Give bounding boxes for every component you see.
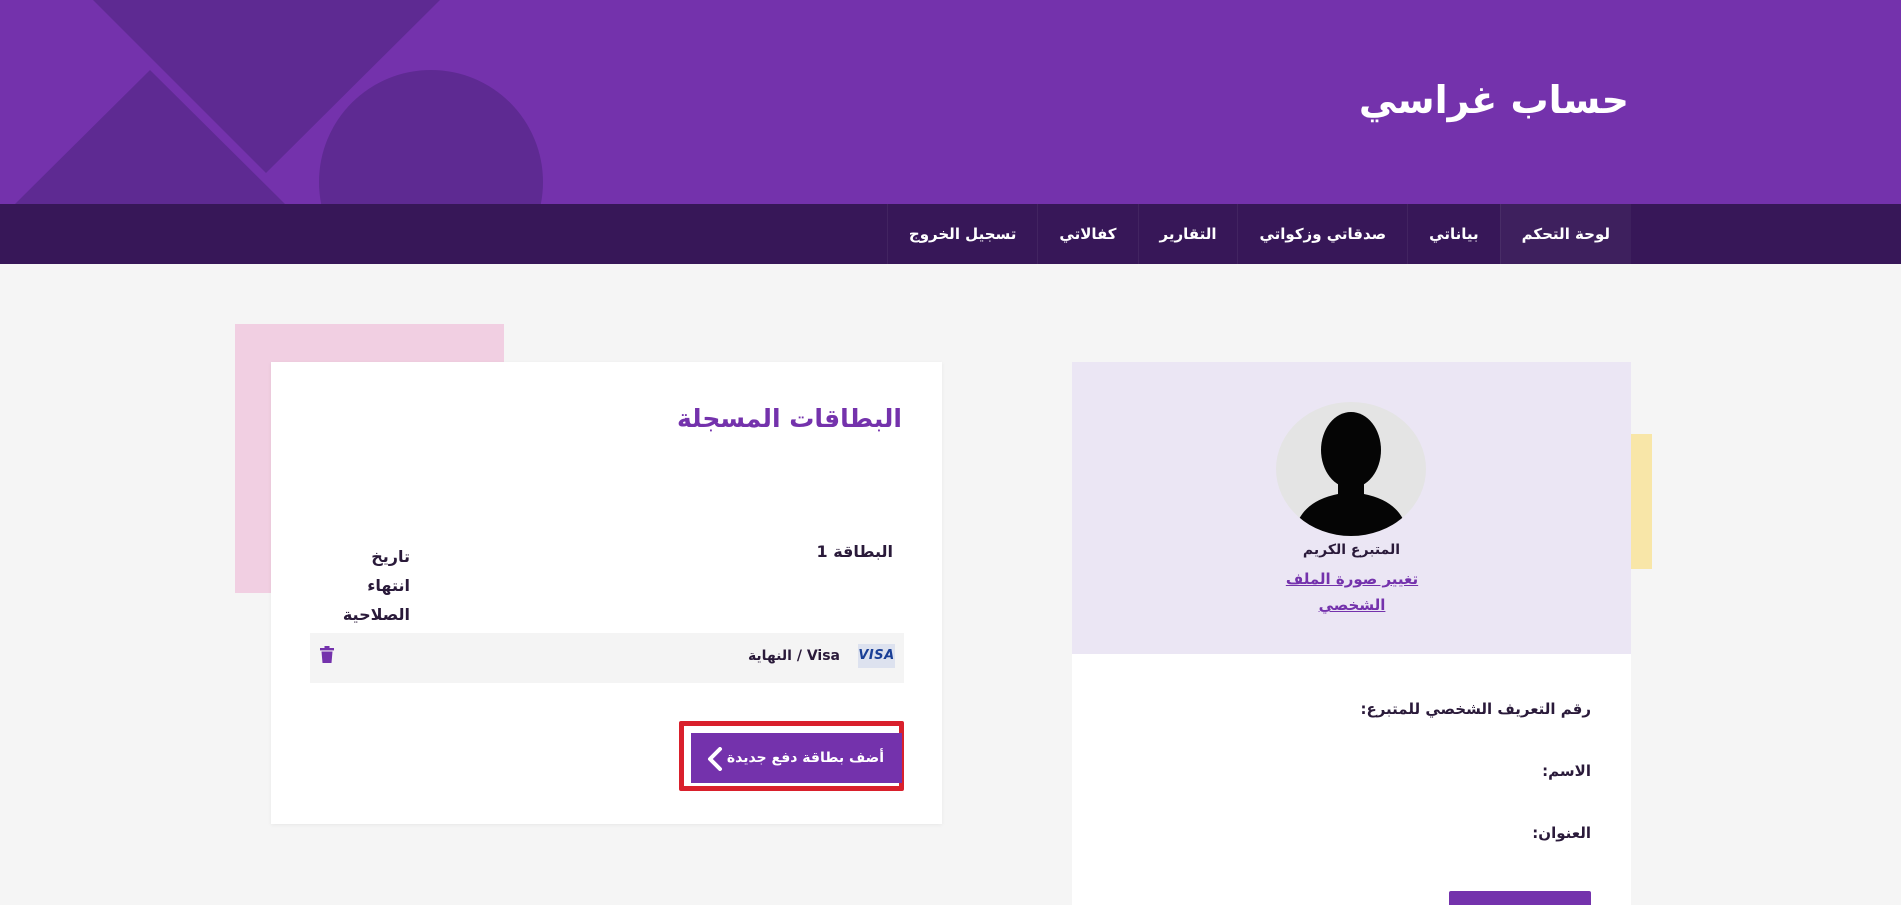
profile-panel: المتبرع الكريم تغيير صورة الملف الشخصي ر… [1072, 362, 1631, 905]
nav-item-logout[interactable]: تسجيل الخروج [886, 204, 1038, 264]
profile-action-button[interactable] [1449, 891, 1591, 905]
avatar-silhouette-icon [1294, 412, 1408, 536]
card-column-header: البطاقة 1 [816, 542, 893, 561]
avatar [1276, 402, 1426, 536]
donor-id-label: رقم التعريف الشخصي للمتبرع: [1360, 700, 1591, 718]
expiry-column-header: تاريخ انتهاء الصلاحية [342, 547, 410, 624]
nav-item-dashboard[interactable]: لوحة التحكم [1499, 204, 1631, 264]
main-nav: لوحة التحكم بياناتي صدقاتي وزكواتي التقا… [0, 204, 1901, 264]
trash-icon[interactable] [320, 646, 334, 664]
nav-item-reports[interactable]: التقارير [1137, 204, 1238, 264]
deco-circle [319, 70, 543, 204]
card-row: VISA Visa / النهاية [310, 633, 904, 683]
address-label: العنوان: [1532, 824, 1591, 842]
change-photo-link[interactable]: تغيير صورة الملف الشخصي [1262, 566, 1442, 618]
cards-title: البطاقات المسجلة [676, 404, 902, 433]
page-header: حساب غراسي [0, 0, 1901, 204]
nav-list: لوحة التحكم بياناتي صدقاتي وزكواتي التقا… [886, 204, 1631, 264]
chevron-left-icon [708, 747, 722, 771]
visa-icon: VISA [858, 644, 895, 668]
add-payment-card-button[interactable]: أضف بطاقة دفع جديدة [691, 733, 902, 783]
profile-header: المتبرع الكريم تغيير صورة الملف الشخصي [1072, 362, 1631, 654]
add-payment-card-label: أضف بطاقة دفع جديدة [726, 750, 884, 766]
page-title: حساب غراسي [1358, 78, 1629, 122]
card-description: Visa / النهاية [747, 648, 840, 664]
name-label: الاسم: [1542, 762, 1591, 780]
nav-item-donations[interactable]: صدقاتي وزكواتي [1237, 204, 1407, 264]
donor-name: المتبرع الكريم [1302, 542, 1401, 558]
nav-item-sponsorships[interactable]: كفالاتي [1037, 204, 1137, 264]
nav-item-my-data[interactable]: بياناتي [1407, 204, 1499, 264]
registered-cards-panel: البطاقات المسجلة البطاقة 1 تاريخ انتهاء … [271, 362, 942, 824]
